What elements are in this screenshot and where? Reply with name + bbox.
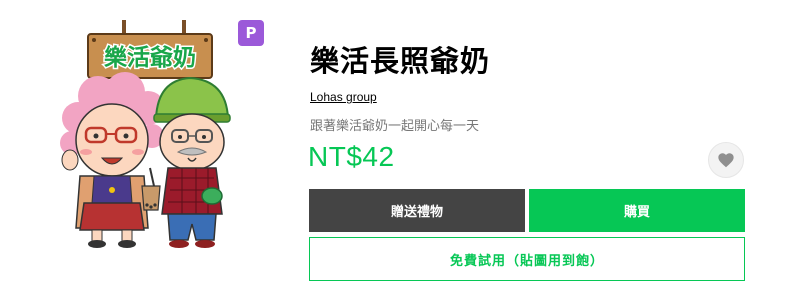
sign-text: 樂活爺奶 xyxy=(104,44,196,71)
author-link[interactable]: Lohas group xyxy=(310,90,377,104)
grandpa-figure xyxy=(153,76,231,248)
sticker-title: 樂活長照爺奶 xyxy=(310,44,491,78)
favorite-button[interactable] xyxy=(708,142,744,178)
grandma-figure xyxy=(60,72,165,248)
sticker-description: 跟著樂活爺奶一起開心每一天 xyxy=(310,119,480,134)
premium-badge: P xyxy=(238,20,264,46)
free-trial-button[interactable]: 免費試用（貼圖用到飽） xyxy=(309,237,745,281)
gift-button[interactable]: 贈送禮物 xyxy=(309,189,525,232)
sign-board: 樂活爺奶 xyxy=(87,20,213,79)
bubble-tea-cup xyxy=(141,167,161,211)
buy-button[interactable]: 購買 xyxy=(529,189,745,232)
sticker-price: NT$42 xyxy=(308,141,395,172)
heart-icon xyxy=(718,153,734,168)
sticker-main-image: 樂活爺奶 xyxy=(60,20,231,248)
